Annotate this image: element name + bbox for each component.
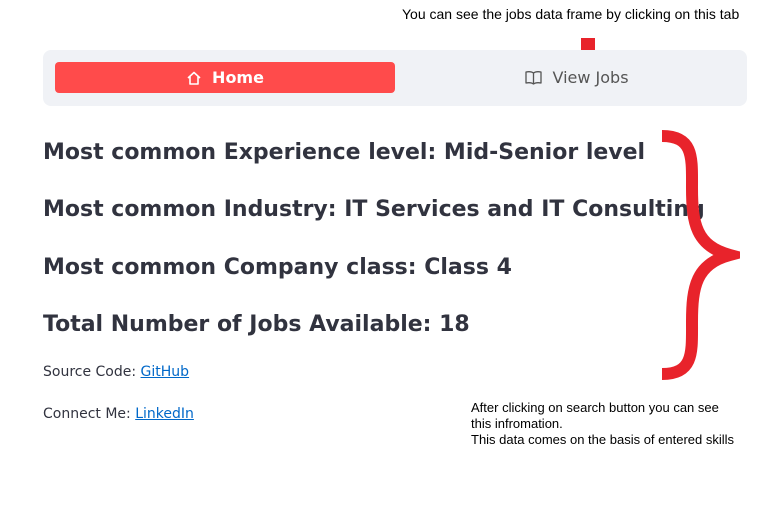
github-link[interactable]: GitHub (141, 364, 190, 380)
tab-home-label: Home (212, 68, 264, 87)
annotation-bottom-line-3: This data comes on the basis of entered … (471, 432, 735, 447)
tab-view-jobs-label: View Jobs (552, 68, 629, 87)
tab-home[interactable]: Home (55, 62, 395, 93)
stat-industry: Most common Industry: IT Services and IT… (43, 197, 705, 222)
stat-experience-level: Most common Experience level: Mid-Senior… (43, 140, 646, 165)
annotation-top-note: You can see the jobs data frame by click… (402, 6, 740, 22)
connect-prefix: Connect Me: (43, 406, 136, 422)
source-code-line: Source Code: GitHub (43, 364, 189, 380)
annotation-curly-brace-icon (661, 130, 740, 380)
navigation-tab-bar: Home View Jobs (43, 50, 747, 106)
connect-line: Connect Me: LinkedIn (43, 406, 194, 422)
annotation-bottom-line-2: this infromation. (471, 416, 563, 431)
house-icon (186, 70, 202, 86)
book-icon (525, 70, 543, 85)
linkedin-link[interactable]: LinkedIn (135, 406, 194, 422)
annotation-bottom-note: After clicking on search button you can … (471, 400, 773, 448)
tab-view-jobs[interactable]: View Jobs (407, 62, 747, 93)
stat-total-jobs: Total Number of Jobs Available: 18 (43, 312, 470, 337)
annotation-bottom-line-1: After clicking on search button you can … (471, 400, 719, 415)
stat-company-class: Most common Company class: Class 4 (43, 255, 512, 280)
source-code-prefix: Source Code: (43, 364, 141, 380)
